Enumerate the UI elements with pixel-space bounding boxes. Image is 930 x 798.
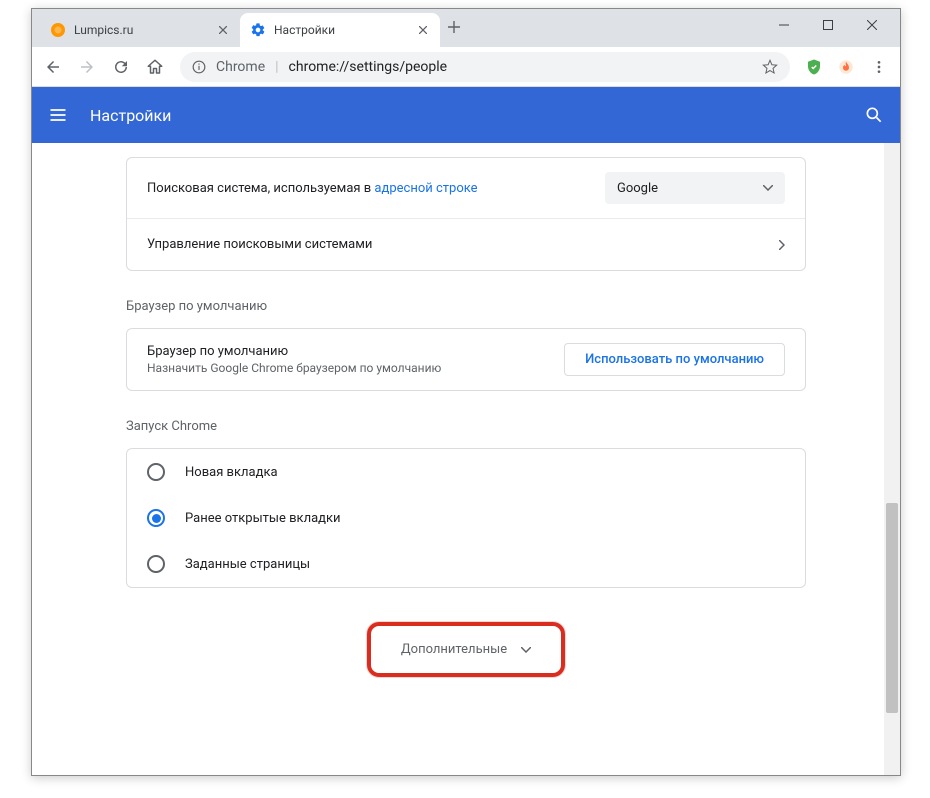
hamburger-menu-icon[interactable] xyxy=(48,105,68,125)
window-controls xyxy=(762,9,900,41)
search-engine-card: Поисковая система, используемая в адресн… xyxy=(126,157,806,271)
search-icon[interactable] xyxy=(864,105,884,125)
chevron-down-icon xyxy=(521,647,531,653)
close-icon[interactable] xyxy=(416,23,430,37)
toolbar: Chrome | chrome://settings/people xyxy=(32,47,900,87)
home-button[interactable] xyxy=(140,52,170,82)
scrollbar-track[interactable] xyxy=(884,143,900,775)
maximize-button[interactable] xyxy=(806,10,850,40)
search-engine-row[interactable]: Поисковая система, используемая в адресн… xyxy=(127,158,805,218)
close-window-button[interactable] xyxy=(850,10,894,40)
forward-button[interactable] xyxy=(72,52,102,82)
close-icon[interactable] xyxy=(216,23,230,37)
chevron-right-icon xyxy=(779,240,785,250)
page-title: Настройки xyxy=(90,106,171,125)
scrollbar-thumb[interactable] xyxy=(886,503,898,713)
bookmark-star-icon[interactable] xyxy=(762,59,778,75)
omnibox-separator: | xyxy=(275,59,278,75)
tab-title: Lumpics.ru xyxy=(74,23,208,37)
default-browser-section-title: Браузер по умолчанию xyxy=(126,299,806,314)
search-engine-select[interactable]: Google xyxy=(605,172,785,204)
back-button[interactable] xyxy=(38,52,68,82)
tab-settings[interactable]: Настройки xyxy=(240,13,440,47)
startup-option-new-tab[interactable]: Новая вкладка xyxy=(127,449,805,495)
title-bar: Lumpics.ru Настройки xyxy=(32,9,900,47)
settings-content: Поисковая система, используемая в адресн… xyxy=(32,143,900,775)
gear-icon xyxy=(250,22,266,38)
extension-flame-icon[interactable] xyxy=(832,53,860,81)
chevron-down-icon xyxy=(763,185,773,191)
make-default-button[interactable]: Использовать по умолчанию xyxy=(564,343,785,376)
address-bar[interactable]: Chrome | chrome://settings/people xyxy=(180,52,790,82)
startup-section-title: Запуск Chrome xyxy=(126,419,806,434)
extension-shield-icon[interactable] xyxy=(800,53,828,81)
startup-card: Новая вкладка Ранее открытые вкладки Зад… xyxy=(126,448,806,588)
site-info-icon[interactable] xyxy=(192,60,206,74)
menu-button[interactable] xyxy=(864,52,894,82)
tab-lumpics[interactable]: Lumpics.ru xyxy=(40,13,240,47)
annotation-highlight: Дополнительные xyxy=(367,622,565,677)
minimize-button[interactable] xyxy=(762,10,806,40)
address-bar-link[interactable]: адресной строке xyxy=(374,181,477,196)
advanced-toggle-button[interactable]: Дополнительные xyxy=(379,632,553,667)
default-browser-card: Браузер по умолчанию Назначить Google Ch… xyxy=(126,328,806,391)
radio-icon xyxy=(147,509,165,527)
reload-button[interactable] xyxy=(106,52,136,82)
radio-icon xyxy=(147,555,165,573)
startup-option-specific[interactable]: Заданные страницы xyxy=(127,541,805,587)
radio-icon xyxy=(147,463,165,481)
default-browser-row: Браузер по умолчанию Назначить Google Ch… xyxy=(127,329,805,390)
new-tab-button[interactable] xyxy=(440,13,468,41)
settings-header: Настройки xyxy=(32,87,900,143)
startup-option-continue[interactable]: Ранее открытые вкладки xyxy=(127,495,805,541)
tab-title: Настройки xyxy=(274,23,408,37)
tab-strip: Lumpics.ru Настройки xyxy=(32,13,762,47)
manage-search-engines-row[interactable]: Управление поисковыми системами xyxy=(127,218,805,270)
favicon-lumpics xyxy=(50,22,66,38)
omnibox-url: chrome://settings/people xyxy=(289,59,448,75)
omnibox-scheme: Chrome xyxy=(216,59,265,75)
